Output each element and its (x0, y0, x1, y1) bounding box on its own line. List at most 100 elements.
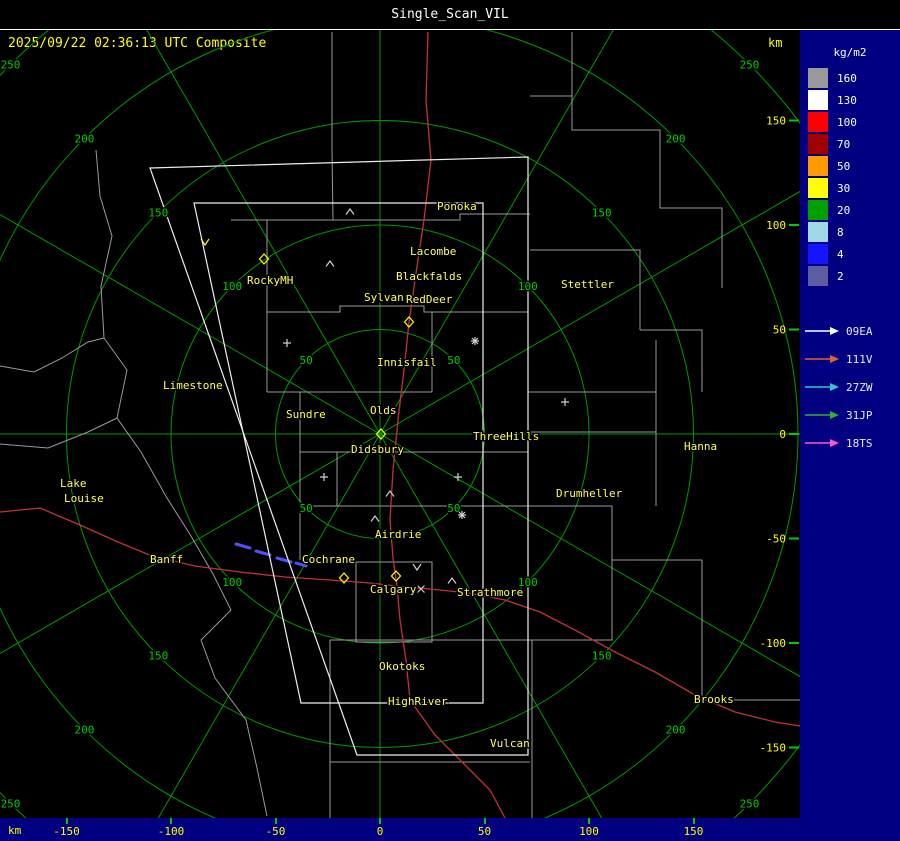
radar-site-legend: 09EA 111V 27ZW 31JP 18TS (800, 317, 900, 457)
y-axis-tick-label: 100 (766, 219, 786, 232)
y-axis-tick-label: -100 (760, 637, 787, 650)
radar-map: 50 100 150 200 250 50 100 150 200 250 50 100 150 200 2… (0, 30, 800, 818)
colorbar-swatch (808, 156, 828, 176)
x-axis-tick (170, 818, 172, 824)
radar-legend-row: 09EA (800, 317, 900, 345)
x-axis-units: km (8, 824, 22, 837)
colorbar-row: 130 (800, 89, 900, 111)
x-axis-tick-label: 100 (579, 825, 599, 838)
colorbar-swatch (808, 200, 828, 220)
range-label-50: 50 (299, 354, 312, 367)
x-axis-tick (274, 818, 277, 824)
x-axis: km -150 -100 -50 0 50 100 150 (0, 818, 800, 841)
colorbar-swatch (808, 266, 828, 286)
plus-marker (561, 398, 569, 406)
colorbar-row: 160 (800, 67, 900, 89)
city-label-lake: Lake (60, 477, 87, 490)
city-label-drumheller: Drumheller (556, 487, 623, 500)
range-label-250: 250 (740, 798, 760, 811)
range-label-150: 150 (148, 206, 168, 219)
city-label-vulcan: Vulcan (490, 737, 530, 750)
radar-legend-row: 27ZW (800, 373, 900, 401)
radar-coverage-outline (149, 156, 529, 756)
radar-id-label: 09EA (846, 324, 873, 338)
city-label-banff: Banff (150, 553, 183, 566)
city-label-didsbury: Didsbury (351, 443, 404, 456)
radar-id-label: 31JP (846, 408, 873, 422)
city-label-louise: Louise (64, 492, 104, 505)
plus-marker (320, 473, 328, 481)
x-axis-tick (65, 818, 68, 824)
radar-arrow-icon (805, 327, 839, 335)
range-label-200: 200 (666, 724, 686, 737)
city-label-strathmore: Strathmore (457, 586, 523, 599)
y-axis-tick-label: -150 (760, 742, 787, 755)
colorbar-swatch (808, 178, 828, 198)
range-label-200: 200 (74, 132, 94, 145)
colorbar-row: 8 (800, 221, 900, 243)
x-axis-tick-label: -150 (53, 825, 80, 838)
caret-marker (447, 576, 457, 584)
x-axis-tick-label: -100 (157, 825, 185, 838)
city-label-calgary: Calgary (370, 583, 417, 596)
city-label-reddeer: RedDeer (406, 293, 453, 306)
plus-marker (283, 339, 291, 347)
y-axis-tick-label: 150 (766, 115, 786, 128)
radar-legend-row: 111V (800, 345, 900, 373)
colorbar-value: 70 (837, 137, 851, 151)
star-marker (458, 511, 466, 519)
x-axis-tick-label: 50 (477, 825, 492, 838)
city-label-sundre: Sundre (286, 408, 326, 421)
city-label-stettler: Stettler (561, 278, 614, 291)
x-axis-tick-label: 0 (376, 825, 384, 838)
colorbar-value: 4 (837, 247, 844, 261)
caret-marker (385, 489, 395, 497)
colorbar-swatch (808, 68, 828, 88)
vee-marker (412, 563, 422, 572)
city-label-sylvan: Sylvan (364, 291, 404, 304)
city-label-innisfail: Innisfail (377, 356, 437, 369)
colorbar-swatch (808, 134, 828, 154)
radar-arrow-icon (805, 383, 839, 391)
range-label-250: 250 (1, 798, 21, 811)
caret-marker (325, 259, 335, 267)
caret-marker (345, 207, 355, 215)
colorbar-swatch (808, 222, 828, 242)
city-label-lacombe: Lacombe (410, 245, 456, 258)
radar-arrow-icon (805, 355, 839, 363)
range-label-150: 150 (592, 650, 612, 663)
city-label-ponoka: Ponoka (437, 200, 477, 213)
range-label-150: 150 (592, 206, 612, 219)
colorbar-value: 100 (837, 115, 857, 129)
range-label-150: 150 (148, 650, 168, 663)
range-label-200: 200 (74, 724, 94, 737)
x-axis-tick (379, 818, 381, 824)
city-label-hanna: Hanna (684, 440, 717, 453)
radar-legend-row: 18TS (800, 429, 900, 457)
radar-app-window: Single_Scan_VIL 2025/09/22 02:36:13 UTC … (0, 0, 900, 841)
caret-marker (370, 514, 380, 522)
x-axis-tick-label: -50 (265, 825, 286, 838)
radial-lines (0, 30, 800, 818)
colorbar-row: 20 (800, 199, 900, 221)
city-label-cochrane: Cochrane (302, 553, 355, 566)
colorbar-value: 20 (837, 203, 851, 217)
colorbar-value: 50 (837, 159, 851, 173)
range-label-250: 250 (1, 59, 21, 72)
range-label-50: 50 (447, 354, 460, 367)
y-axis-tick-label: 0 (779, 428, 786, 441)
star-marker (471, 337, 479, 345)
colorbar-value: 30 (837, 181, 851, 195)
city-label-blackfalds: Blackfalds (396, 270, 462, 283)
city-label-limestone: Limestone (163, 379, 223, 392)
city-label-threehills: ThreeHills (473, 430, 539, 443)
colorbar-value: 130 (837, 93, 857, 107)
range-rings (0, 30, 800, 818)
range-label-50: 50 (299, 502, 312, 515)
city-label-highriver: HighRiver (388, 695, 448, 708)
colorbar-swatch (808, 244, 828, 264)
y-axis-tick-label: 50 (773, 324, 786, 337)
city-labels: Ponoka Lacombe Blackfalds Sylvan RedDeer Stet… (59, 199, 736, 752)
colorbar-value: 8 (837, 225, 844, 239)
radar-id-label: 111V (846, 352, 873, 366)
